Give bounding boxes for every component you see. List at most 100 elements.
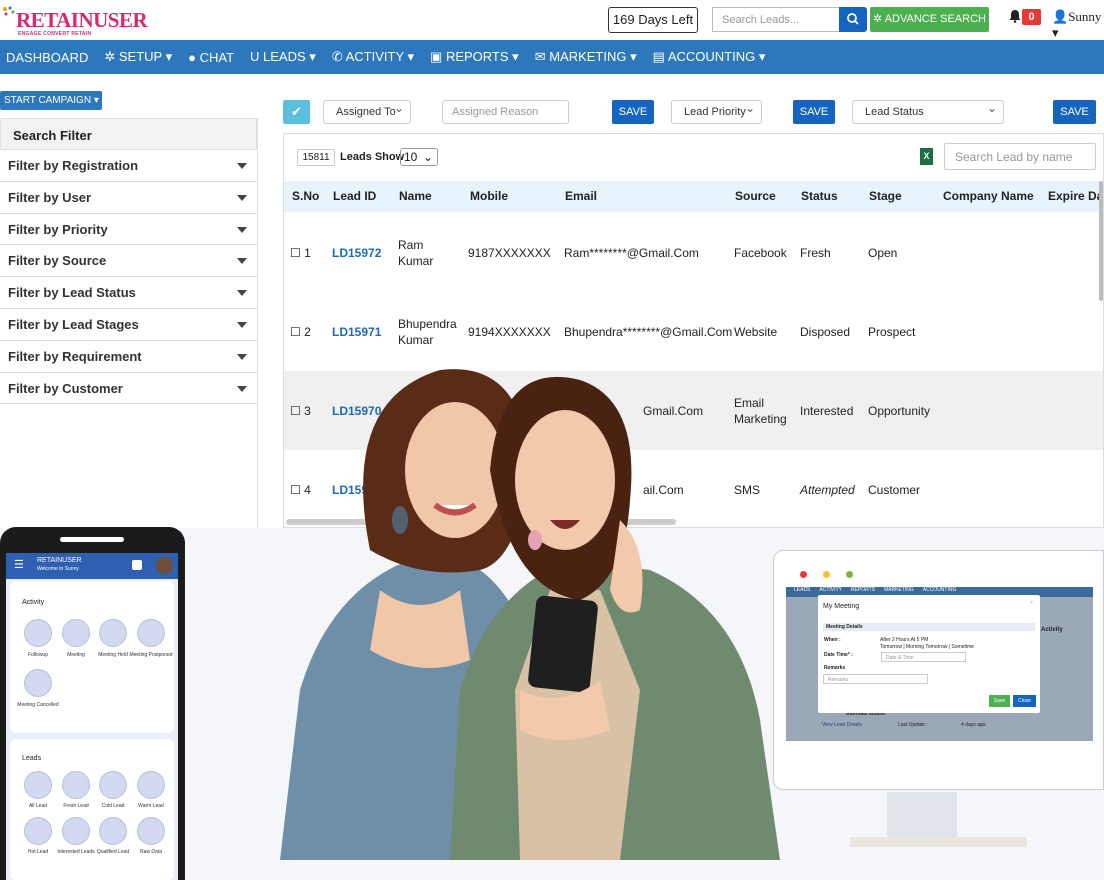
lead-status: Interested xyxy=(800,403,854,418)
window-close-dot xyxy=(800,571,807,578)
user-menu[interactable]: 👤Sunny ▾ xyxy=(1052,9,1104,41)
table-row[interactable]: ☐ 1 LD15972 Ram Kumar 9187XXXXXXX Ram***… xyxy=(284,213,1103,292)
assigned-to-select[interactable]: Assigned To xyxy=(323,97,411,124)
col-source: Source xyxy=(735,189,776,203)
bell-icon[interactable] xyxy=(156,557,173,574)
mobile-app-title: RETAINUSER xyxy=(37,557,82,564)
nav-reports[interactable]: ▣ REPORTS ▾ xyxy=(430,49,519,65)
nav-setup-label: SETUP xyxy=(118,49,162,64)
monitor-ago: 4 days ago xyxy=(961,722,986,728)
col-mobile: Mobile xyxy=(470,189,508,203)
col-company: Company Name xyxy=(943,189,1034,203)
raw-data-icon[interactable] xyxy=(137,817,165,845)
search-button[interactable] xyxy=(839,7,867,32)
lead-email: Ram********@Gmail.Com xyxy=(564,245,699,260)
assigned-reason-input[interactable]: Assigned Reason xyxy=(442,100,569,124)
window-maximize-dot xyxy=(846,571,853,578)
nav-accounting-label: ACCOUNTING xyxy=(667,49,756,64)
gear-icon: ✲ xyxy=(873,13,885,25)
search-leads-input[interactable]: Search Leads... xyxy=(712,7,840,32)
select-all-checkbox[interactable]: ✔ xyxy=(283,100,310,124)
top-bar: RETAINUSER ENGAGE CONVERT RETAIN 169 Day… xyxy=(0,0,1104,40)
monitor-stand xyxy=(887,792,957,837)
filter-registration[interactable]: Filter by Registration xyxy=(0,150,257,182)
two-women-with-phone-illustration xyxy=(280,369,780,860)
lead-priority-select[interactable]: Lead Priority xyxy=(671,97,762,124)
col-name: Name xyxy=(399,189,432,203)
filter-user[interactable]: Filter by User xyxy=(0,182,257,214)
followup-icon[interactable] xyxy=(24,619,52,647)
activity-meeting-cancelled-label: Meeting Cancelled xyxy=(17,702,59,708)
meeting-cancelled-icon[interactable] xyxy=(24,669,52,697)
desktop-monitor-mockup: LEADS ACTIVITY REPORTS MARKETING ACCOUNT… xyxy=(773,550,1104,790)
report-icon: ▣ xyxy=(430,49,446,64)
date-placeholder: Date & Time xyxy=(886,655,914,661)
lead-stage: Prospect xyxy=(868,324,916,339)
col-sno: S.No xyxy=(292,189,320,203)
nav-chat[interactable]: ● CHAT xyxy=(188,50,234,65)
start-campaign-button[interactable]: START CAMPAIGN ▾ xyxy=(0,91,102,110)
nav-leads[interactable]: U LEADS ▾ xyxy=(250,49,316,65)
main-nav: DASHBOARD ✲ SETUP ▾ ● CHAT U LEADS ▾ ✆ A… xyxy=(0,40,1104,74)
lead-stage: Customer xyxy=(868,482,921,497)
meeting-postponed-icon[interactable] xyxy=(137,619,165,647)
monitor-screen: LEADS ACTIVITY REPORTS MARKETING ACCOUNT… xyxy=(786,587,1093,741)
lead-id-link[interactable]: LD15972 xyxy=(332,213,381,292)
leads-show-label: Leads Show xyxy=(340,151,405,163)
save-status-button[interactable]: SAVE xyxy=(1053,100,1096,124)
gear-icon: ✲ xyxy=(104,49,119,64)
excel-export-icon[interactable]: X xyxy=(920,148,933,165)
nav-chat-label: CHAT xyxy=(199,49,235,65)
col-status: Status xyxy=(801,189,838,203)
when-options-2[interactable]: Tomorrow | Morning Tomorrow | Sometime xyxy=(880,644,974,650)
date-input[interactable]: Date & Time xyxy=(881,652,966,662)
hamburger-icon[interactable]: ☰ xyxy=(14,558,24,571)
cold-lead-icon[interactable] xyxy=(99,771,127,799)
save-priority-button[interactable]: SAVE xyxy=(793,100,835,124)
hot-lead-icon[interactable] xyxy=(24,817,52,845)
lead-source: Facebook xyxy=(734,245,787,260)
interested-leads-icon[interactable] xyxy=(62,817,90,845)
modal-save-button[interactable]: Save xyxy=(989,695,1010,707)
qualified-lead-icon[interactable] xyxy=(99,817,127,845)
start-campaign-label: START CAMPAIGN xyxy=(4,95,92,106)
filter-requirement[interactable]: Filter by Requirement xyxy=(0,341,257,373)
monitor-last-update: Last Update : xyxy=(898,722,928,728)
nav-leads-label: LEADS xyxy=(263,49,306,64)
total-leads-count: 15811 xyxy=(297,149,335,166)
bell-icon[interactable] xyxy=(1008,9,1022,23)
meeting-held-icon[interactable] xyxy=(99,619,127,647)
notification-count[interactable]: 0 xyxy=(1022,9,1041,25)
fresh-lead-icon[interactable] xyxy=(62,771,90,799)
col-lead-id: Lead ID xyxy=(333,189,377,203)
meeting-details-label: Meeting Details xyxy=(826,624,863,630)
all-lead-icon[interactable] xyxy=(24,771,52,799)
filter-source[interactable]: Filter by Source xyxy=(0,245,257,278)
meeting-icon[interactable] xyxy=(62,619,90,647)
warm-lead-label: Warm Lead xyxy=(138,803,164,809)
user-name: Sunny xyxy=(1068,9,1102,24)
brand-logo[interactable]: RETAINUSER ENGAGE CONVERT RETAIN xyxy=(2,6,148,37)
page-size-select[interactable]: 10 ⌄ xyxy=(400,148,438,166)
filter-lead-stages[interactable]: Filter by Lead Stages xyxy=(0,309,257,341)
advance-search-button[interactable]: ✲ ADVANCE SEARCH xyxy=(870,7,989,32)
modal-close-icon[interactable]: × xyxy=(1030,600,1033,606)
filter-customer[interactable]: Filter by Customer xyxy=(0,373,257,405)
modal-close-button[interactable]: Close xyxy=(1013,695,1036,707)
nav-accounting[interactable]: ▤ ACCOUNTING ▾ xyxy=(653,49,766,65)
search-lead-input[interactable]: Search Lead by name xyxy=(944,143,1096,170)
nav-dashboard[interactable]: DASHBOARD xyxy=(6,50,88,65)
nav-activity[interactable]: ✆ ACTIVITY ▾ xyxy=(332,49,414,65)
warm-lead-icon[interactable] xyxy=(137,771,165,799)
filter-lead-status[interactable]: Filter by Lead Status xyxy=(0,277,257,309)
lead-status-select[interactable]: Lead Status xyxy=(852,97,1004,124)
row-checkbox[interactable]: ☐ 1 xyxy=(290,213,311,292)
save-assign-button[interactable]: SAVE xyxy=(612,100,654,124)
nav-marketing[interactable]: ✉ MARKETING ▾ xyxy=(535,49,637,65)
when-options[interactable]: After 2 Hours At 5 PM xyxy=(880,637,928,643)
add-icon[interactable] xyxy=(132,560,142,570)
nav-setup[interactable]: ✲ SETUP ▾ xyxy=(104,49,172,65)
filter-priority[interactable]: Filter by Priority xyxy=(0,214,257,246)
monitor-behind-activity: Activity xyxy=(1041,627,1063,633)
remarks-input[interactable]: Remarks xyxy=(823,674,928,684)
